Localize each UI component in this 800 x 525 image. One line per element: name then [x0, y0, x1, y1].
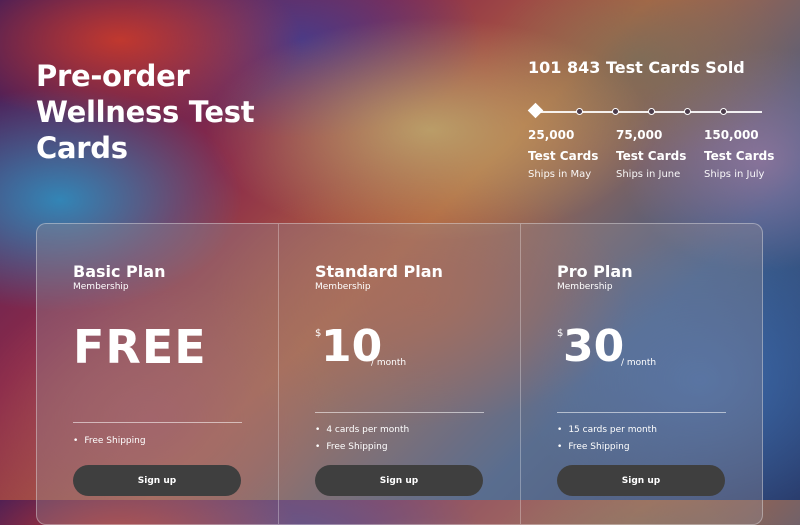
- timeline-dot: [612, 108, 619, 115]
- feature-item: 4 cards per month: [315, 422, 409, 439]
- milestone-label: Test Cards: [704, 149, 775, 163]
- milestone-label: Test Cards: [616, 149, 687, 163]
- milestone-label: Test Cards: [528, 149, 599, 163]
- plan-subtitle: Membership: [73, 282, 129, 292]
- feature-item: Free Shipping: [557, 439, 657, 456]
- signup-button-pro[interactable]: Sign up: [557, 465, 725, 496]
- progress-timeline: [527, 102, 762, 122]
- timeline-dot: [684, 108, 691, 115]
- milestone-count: 75,000: [616, 128, 663, 142]
- plan-subtitle: Membership: [557, 282, 613, 292]
- timeline-dot: [648, 108, 655, 115]
- plan-divider: [315, 412, 484, 413]
- milestone-ship-date: Ships in July: [704, 169, 765, 180]
- feature-item: Free Shipping: [315, 439, 409, 456]
- feature-list: Free Shipping: [73, 433, 145, 450]
- feature-list: 4 cards per month Free Shipping: [315, 422, 409, 456]
- signup-button-standard[interactable]: Sign up: [315, 465, 483, 496]
- plan-price: FREE: [73, 320, 207, 374]
- plan-basic: Basic Plan Membership FREE Free Shipping…: [37, 224, 279, 524]
- plan-divider: [557, 412, 726, 413]
- plan-divider: [73, 422, 242, 423]
- plan-title: Pro Plan: [557, 262, 633, 281]
- milestone-june: 75,000 Test Cards Ships in June: [616, 128, 706, 181]
- plan-subtitle: Membership: [315, 282, 371, 292]
- milestone-may: 25,000 Test Cards Ships in May: [528, 128, 618, 181]
- feature-item: 15 cards per month: [557, 422, 657, 439]
- milestone-ship-date: Ships in May: [528, 169, 592, 180]
- signup-button-basic[interactable]: Sign up: [73, 465, 241, 496]
- timeline-dot: [576, 108, 583, 115]
- milestone-count: 25,000: [528, 128, 575, 142]
- price-amount: 30: [563, 321, 625, 372]
- timeline-dot: [720, 108, 727, 115]
- feature-list: 15 cards per month Free Shipping: [557, 422, 657, 456]
- milestone-count: 150,000: [704, 128, 759, 142]
- milestone-july: 150,000 Test Cards Ships in July: [704, 128, 794, 181]
- plan-title: Standard Plan: [315, 262, 443, 281]
- plan-title: Basic Plan: [73, 262, 166, 281]
- sold-counter: 101 843 Test Cards Sold: [528, 58, 745, 77]
- feature-item: Free Shipping: [73, 433, 145, 450]
- page-title: Pre-order Wellness Test Cards: [36, 59, 255, 165]
- plan-pro: Pro Plan Membership $ 30 / month 15 card…: [521, 224, 762, 524]
- price-period: / month: [371, 358, 407, 368]
- pricing-panel: Basic Plan Membership FREE Free Shipping…: [36, 223, 763, 525]
- price-period: / month: [621, 358, 657, 368]
- plan-standard: Standard Plan Membership $ 10 / month 4 …: [279, 224, 521, 524]
- timeline-current-marker: [527, 102, 544, 119]
- milestone-ship-date: Ships in June: [616, 169, 681, 180]
